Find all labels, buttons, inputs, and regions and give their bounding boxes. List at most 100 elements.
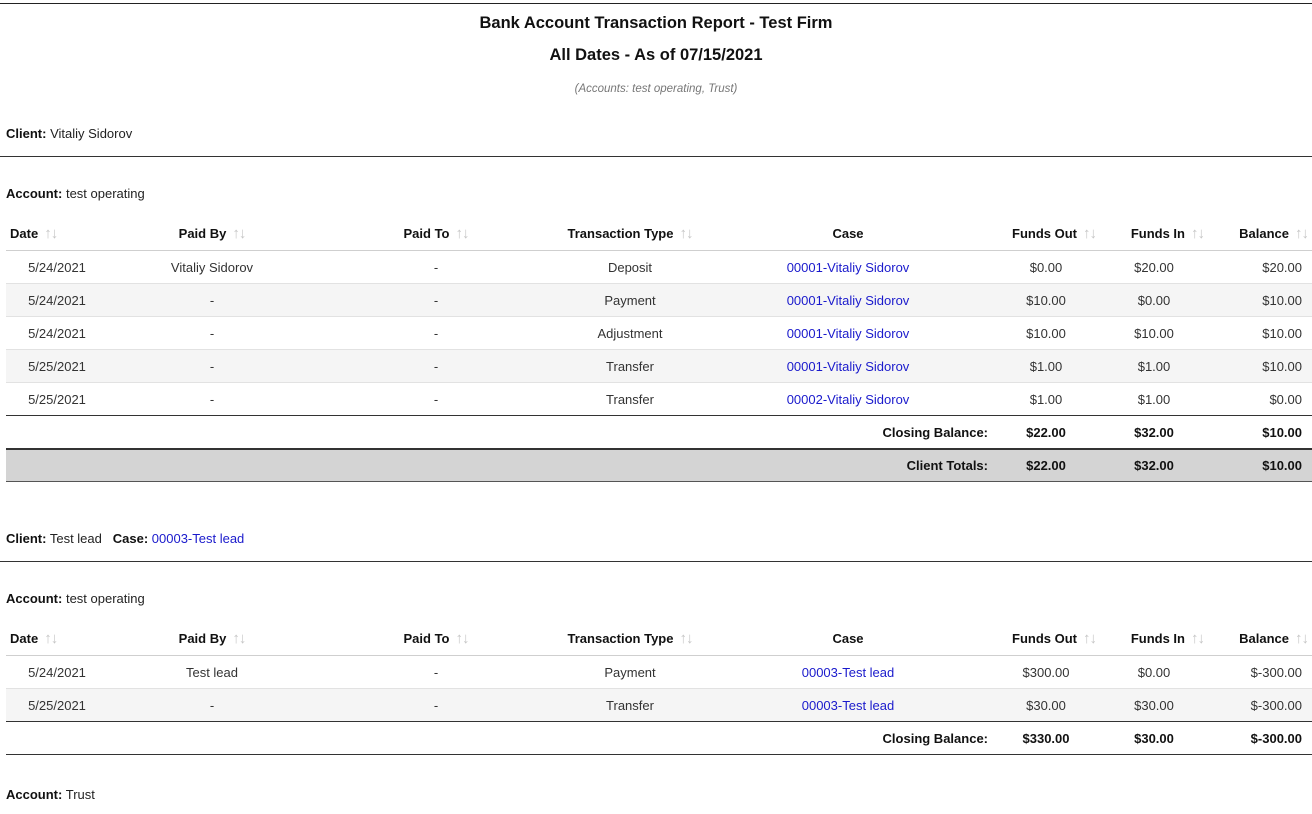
cell-paid-by: Vitaliy Sidorov [108, 250, 316, 284]
report-accounts-note: (Accounts: test operating, Trust) [574, 83, 738, 95]
column-header-balance[interactable]: Balance ↑↓ [1208, 216, 1312, 251]
cell-funds-in: $1.00 [1100, 349, 1208, 383]
cell-case: 00003-Test lead [704, 688, 992, 722]
column-header-funds-out[interactable]: Funds Out ↑↓ [992, 216, 1100, 251]
cell-case: 00002-Vitaliy Sidorov [704, 382, 992, 416]
sort-icon[interactable]: ↑↓ [232, 225, 246, 242]
cell-paid-by: - [108, 688, 316, 722]
case-link[interactable]: 00001-Vitaliy Sidorov [787, 326, 910, 341]
account-label: Account: [6, 186, 63, 201]
cell-case: 00003-Test lead [704, 655, 992, 689]
cell-paid-to: - [316, 382, 556, 416]
account-heading-2: Account: test operating [6, 591, 145, 606]
case-link[interactable]: 00003-Test lead [802, 665, 895, 680]
client-totals-row: Client Totals: $22.00 $32.00 $10.00 [6, 448, 1312, 482]
sort-icon[interactable]: ↑↓ [455, 630, 469, 647]
case-link[interactable]: 00001-Vitaliy Sidorov [787, 359, 910, 374]
column-header-balance[interactable]: Balance ↑↓ [1208, 621, 1312, 656]
cell-transaction-type: Transfer [556, 349, 704, 383]
client-heading-2: Client: Test lead Case: 00003-Test lead [6, 531, 244, 546]
cell-balance: $10.00 [1208, 283, 1312, 317]
cell-balance: $-300.00 [1208, 655, 1312, 689]
cell-case: 00001-Vitaliy Sidorov [704, 316, 992, 350]
cell-funds-out: $10.00 [992, 283, 1100, 317]
closing-funds-in: $32.00 [1100, 415, 1208, 450]
cell-paid-to: - [316, 283, 556, 317]
column-header-funds-in[interactable]: Funds In ↑↓ [1100, 216, 1208, 251]
cell-case: 00001-Vitaliy Sidorov [704, 250, 992, 284]
closing-balance-row: Closing Balance: $330.00 $30.00 $-300.00 [6, 721, 1312, 755]
cell-funds-out: $10.00 [992, 316, 1100, 350]
table-row: 5/25/2021 - - Transfer 00002-Vitaliy Sid… [6, 382, 1312, 416]
case-link[interactable]: 00003-Test lead [802, 698, 895, 713]
cell-funds-in: $30.00 [1100, 688, 1208, 722]
cell-funds-out: $1.00 [992, 349, 1100, 383]
cell-paid-to: - [316, 655, 556, 689]
column-header-paid-to[interactable]: Paid To ↑↓ [316, 216, 556, 251]
account-label: Account: [6, 591, 63, 606]
cell-funds-in: $20.00 [1100, 250, 1208, 284]
case-link[interactable]: 00002-Vitaliy Sidorov [787, 392, 910, 407]
top-rule [0, 3, 1312, 4]
column-header-transaction-type[interactable]: Transaction Type ↑↓ [556, 621, 704, 656]
column-header-paid-by[interactable]: Paid By ↑↓ [108, 621, 316, 656]
cell-paid-to: - [316, 688, 556, 722]
cell-transaction-type: Transfer [556, 382, 704, 416]
cell-transaction-type: Adjustment [556, 316, 704, 350]
cell-paid-by: - [108, 349, 316, 383]
cell-paid-to: - [316, 250, 556, 284]
cell-paid-by: - [108, 316, 316, 350]
client-heading-1: Client: Vitaliy Sidorov [6, 126, 132, 141]
transaction-table-1: Date ↑↓ Paid By ↑↓ Paid To ↑↓ Transaction T… [6, 216, 1312, 482]
case-link[interactable]: 00001-Vitaliy Sidorov [787, 293, 910, 308]
cell-balance: $10.00 [1208, 316, 1312, 350]
cell-case: 00001-Vitaliy Sidorov [704, 283, 992, 317]
cell-funds-out: $30.00 [992, 688, 1100, 722]
sort-icon[interactable]: ↑↓ [455, 225, 469, 242]
column-header-transaction-type[interactable]: Transaction Type ↑↓ [556, 216, 704, 251]
sort-icon[interactable]: ↑↓ [44, 630, 58, 647]
column-header-case: Case [704, 216, 992, 251]
column-header-funds-in[interactable]: Funds In ↑↓ [1100, 621, 1208, 656]
client-totals-label: Client Totals: [6, 448, 992, 482]
sort-icon[interactable]: ↑↓ [1295, 630, 1309, 647]
closing-balance-label: Closing Balance: [6, 721, 992, 755]
cell-date: 5/24/2021 [6, 250, 108, 284]
cell-date: 5/25/2021 [6, 688, 108, 722]
report-subtitle: All Dates - As of 07/15/2021 [549, 46, 763, 64]
column-header-funds-out[interactable]: Funds Out ↑↓ [992, 621, 1100, 656]
account-name: Trust [65, 787, 95, 802]
client-case-link[interactable]: 00003-Test lead [152, 531, 245, 546]
sort-icon[interactable]: ↑↓ [1083, 225, 1097, 242]
sort-icon[interactable]: ↑↓ [1191, 225, 1205, 242]
cell-date: 5/24/2021 [6, 316, 108, 350]
sort-icon[interactable]: ↑↓ [1295, 225, 1309, 242]
cell-date: 5/25/2021 [6, 382, 108, 416]
cell-paid-by: Test lead [108, 655, 316, 689]
sort-icon[interactable]: ↑↓ [679, 225, 693, 242]
column-header-paid-by[interactable]: Paid By ↑↓ [108, 216, 316, 251]
column-header-case: Case [704, 621, 992, 656]
cell-funds-in: $1.00 [1100, 382, 1208, 416]
cell-funds-out: $0.00 [992, 250, 1100, 284]
closing-funds-out: $330.00 [992, 721, 1100, 755]
cell-balance: $0.00 [1208, 382, 1312, 416]
sort-icon[interactable]: ↑↓ [44, 225, 58, 242]
cell-paid-to: - [316, 316, 556, 350]
case-link[interactable]: 00001-Vitaliy Sidorov [787, 260, 910, 275]
column-header-date[interactable]: Date ↑↓ [6, 621, 108, 656]
sort-icon[interactable]: ↑↓ [679, 630, 693, 647]
sort-icon[interactable]: ↑↓ [232, 630, 246, 647]
transaction-table-2: Date ↑↓ Paid By ↑↓ Paid To ↑↓ Transaction T… [6, 621, 1312, 755]
sort-icon[interactable]: ↑↓ [1191, 630, 1205, 647]
table-row: 5/24/2021 - - Adjustment 00001-Vitaliy S… [6, 316, 1312, 350]
cell-paid-by: - [108, 283, 316, 317]
table-row: 5/24/2021 - - Payment 00001-Vitaliy Sido… [6, 283, 1312, 317]
column-header-date[interactable]: Date ↑↓ [6, 216, 108, 251]
sort-icon[interactable]: ↑↓ [1083, 630, 1097, 647]
cell-funds-in: $10.00 [1100, 316, 1208, 350]
cell-case: 00001-Vitaliy Sidorov [704, 349, 992, 383]
column-header-paid-to[interactable]: Paid To ↑↓ [316, 621, 556, 656]
totals-balance: $10.00 [1208, 448, 1312, 482]
cell-date: 5/24/2021 [6, 283, 108, 317]
